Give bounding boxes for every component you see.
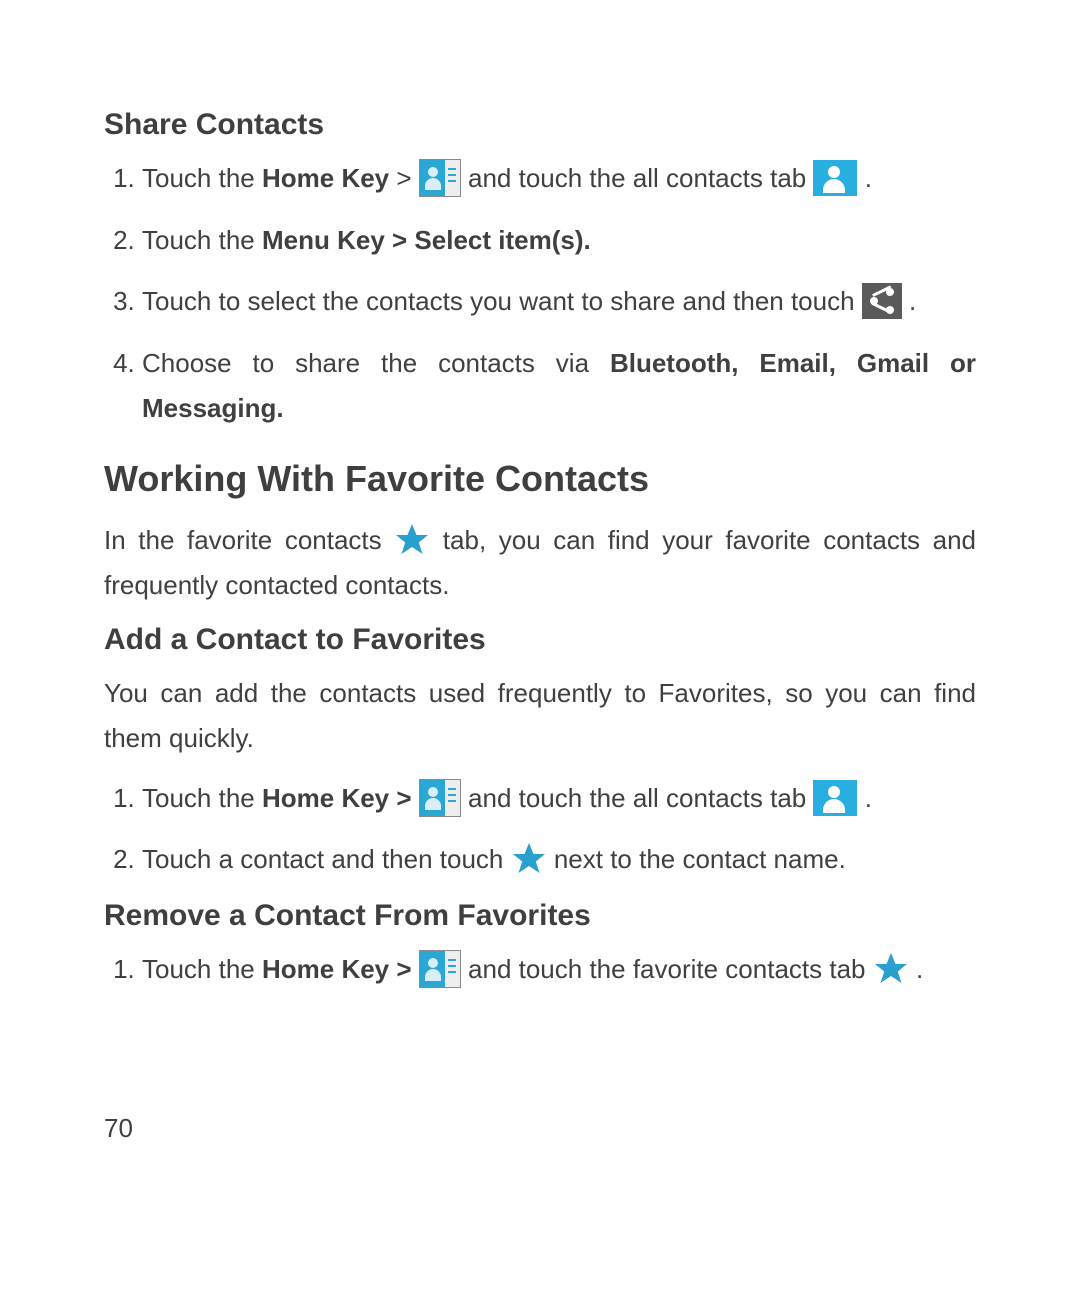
heading-remove-from-favorites: Remove a Contact From Favorites	[104, 899, 976, 933]
home-key-label: Home Key >	[262, 954, 412, 984]
share-contacts-steps: Touch the Home Key > and touch the all c…	[104, 156, 976, 432]
list-item: Touch to select the contacts you want to…	[142, 279, 976, 325]
text: and touch the all contacts tab	[461, 163, 814, 193]
home-key-label: Home Key >	[262, 783, 412, 813]
list-item: Touch the Home Key > and touch the all c…	[142, 156, 976, 202]
home-key-label: Home Key	[262, 163, 389, 193]
text: Touch to select the contacts you want to…	[142, 286, 862, 316]
text: .	[857, 783, 871, 813]
text: .	[909, 954, 923, 984]
text: Touch the	[142, 163, 262, 193]
text: Touch a contact and then touch	[142, 844, 511, 874]
contacts-app-icon	[419, 159, 461, 197]
share-icon	[862, 283, 902, 319]
star-icon	[873, 952, 909, 986]
add-favorites-steps: Touch the Home Key > and touch the all c…	[104, 776, 976, 883]
list-item: Touch the Menu Key > Select item(s).	[142, 218, 976, 264]
text: Touch the	[142, 783, 262, 813]
text: In the favorite contacts	[104, 525, 394, 555]
text: >	[389, 163, 419, 193]
list-item: Touch a contact and then touch next to t…	[142, 837, 976, 883]
favorites-intro: In the favorite contacts tab, you can fi…	[104, 518, 976, 609]
contacts-app-icon	[419, 779, 461, 817]
person-tab-icon	[813, 160, 857, 196]
text: and touch the all contacts tab	[461, 783, 814, 813]
text: Choose to share the contacts via	[142, 348, 610, 378]
contacts-app-icon	[419, 950, 461, 988]
list-item: Choose to share the contacts via Bluetoo…	[142, 341, 976, 432]
menu-key-select-items: Menu Key > Select item(s).	[262, 225, 591, 255]
text	[412, 954, 419, 984]
text: Touch the	[142, 225, 262, 255]
remove-favorites-steps: Touch the Home Key > and touch the favor…	[104, 947, 976, 993]
page-number: 70	[104, 1113, 133, 1144]
heading-add-to-favorites: Add a Contact to Favorites	[104, 623, 976, 657]
text	[412, 783, 419, 813]
list-item: Touch the Home Key > and touch the all c…	[142, 776, 976, 822]
person-tab-icon	[813, 780, 857, 816]
manual-page: Share Contacts Touch the Home Key > and …	[0, 0, 1080, 1304]
text: and touch the favorite contacts tab	[461, 954, 873, 984]
text: .	[857, 163, 871, 193]
star-icon	[394, 523, 430, 557]
add-favorites-intro: You can add the contacts used frequently…	[104, 671, 976, 762]
text: next to the contact name.	[547, 844, 846, 874]
text: .	[902, 286, 916, 316]
list-item: Touch the Home Key > and touch the favor…	[142, 947, 976, 993]
text: Touch the	[142, 954, 262, 984]
heading-share-contacts: Share Contacts	[104, 108, 976, 142]
heading-working-with-favorites: Working With Favorite Contacts	[104, 458, 976, 500]
star-icon	[511, 842, 547, 876]
